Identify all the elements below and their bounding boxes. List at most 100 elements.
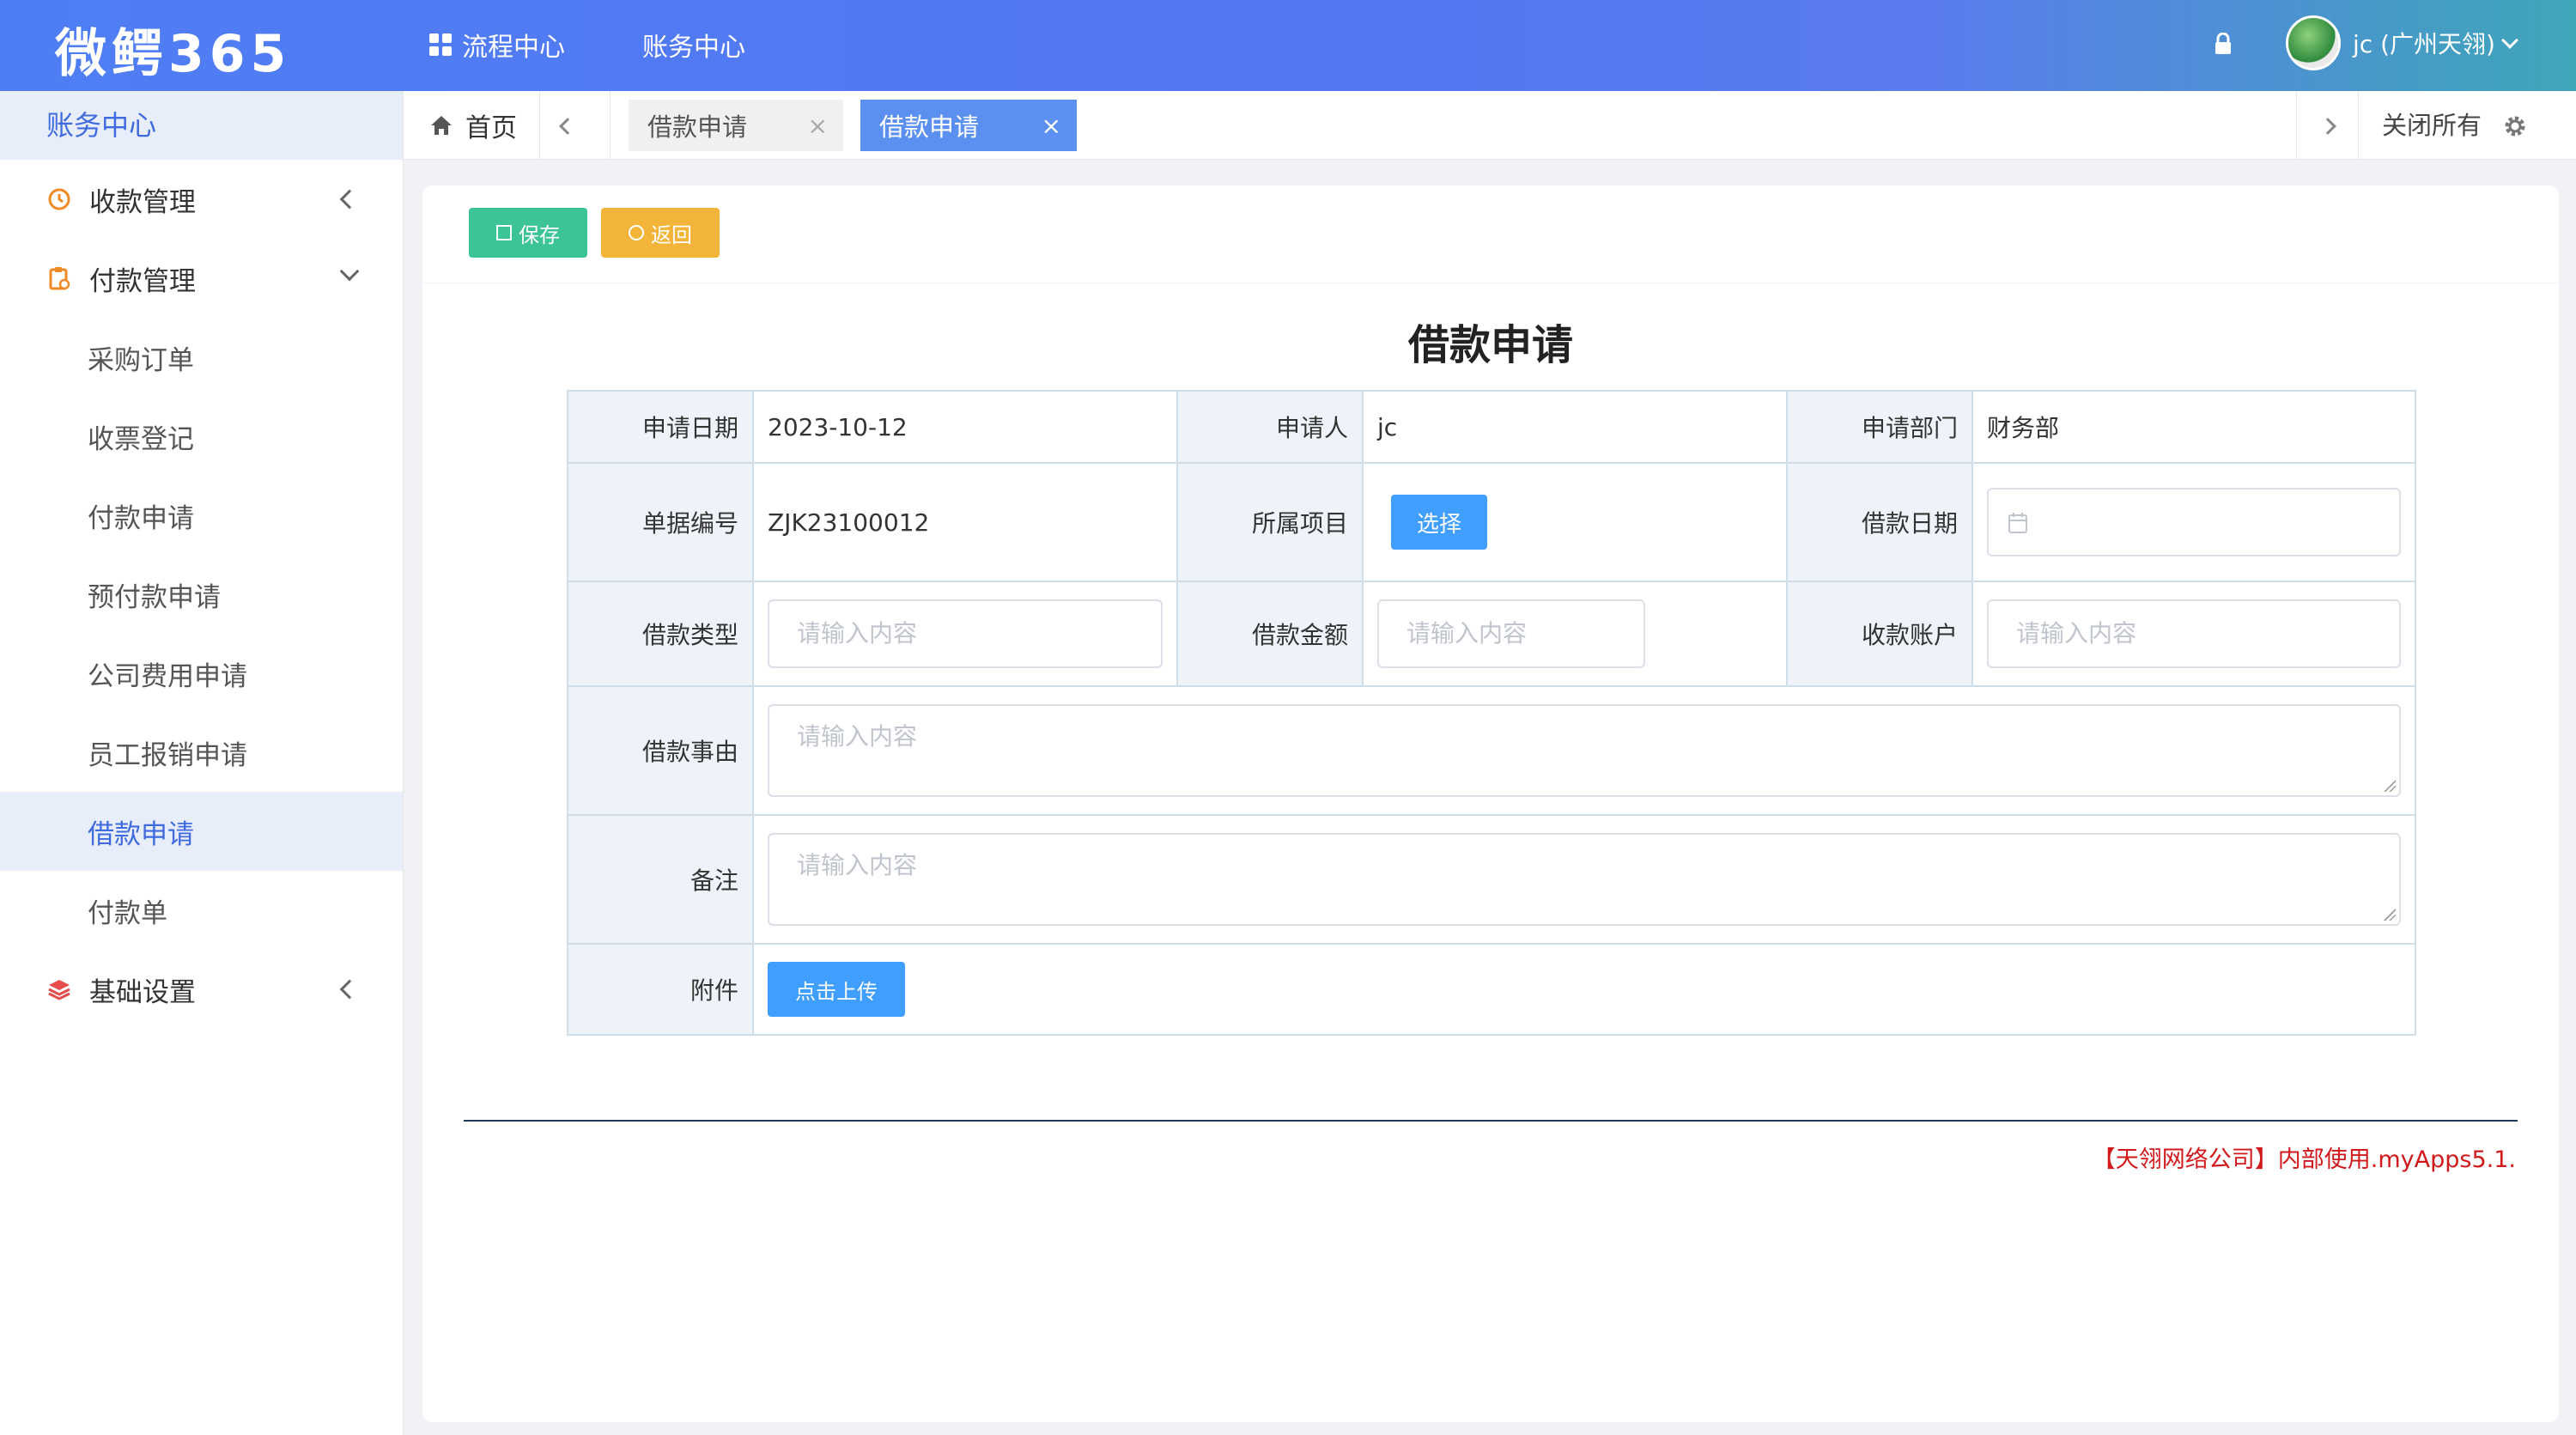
- tab-home[interactable]: 首页: [429, 91, 517, 160]
- loan-type-label: 借款类型: [567, 581, 754, 687]
- clipboard-icon: [49, 267, 70, 290]
- loan-date-cell: [1971, 462, 2416, 582]
- form-title: 借款申请: [1407, 321, 1573, 369]
- save-icon: [496, 225, 512, 240]
- dept-label: 申请部门: [1786, 390, 1973, 464]
- loan-date-label: 借款日期: [1786, 462, 1973, 582]
- upload-button[interactable]: 点击上传: [768, 962, 905, 1017]
- sidebar-item-payment-order[interactable]: 付款单: [0, 871, 403, 950]
- sidebar-item-label: 基础设置: [89, 976, 196, 1008]
- table-row: 申请日期 2023-10-12 申请人 jc 申请部门 财务部: [567, 390, 2416, 464]
- back-label: 返回: [651, 222, 692, 247]
- sidebar-item-receipt-mgmt[interactable]: 收款管理: [0, 160, 403, 239]
- footer-divider: [464, 1120, 2518, 1122]
- table-row: 备注 请输入内容: [567, 814, 2416, 945]
- tab-label: 借款申请: [879, 112, 980, 142]
- top-header: 微鳄365 流程中心 账务中心 jc (广州天翎): [0, 0, 2576, 91]
- divider: [2296, 91, 2297, 160]
- sidebar-item-invoice-register[interactable]: 收票登记: [0, 397, 403, 476]
- chevron-down-icon: [2501, 32, 2518, 49]
- sidebar-item-label: 收款管理: [89, 186, 196, 218]
- form-toolbar: 保存 返回: [422, 185, 2559, 283]
- loan-type-cell: 请输入内容: [752, 581, 1178, 687]
- chevron-left-icon[interactable]: [559, 118, 576, 135]
- close-icon[interactable]: ×: [1042, 112, 1061, 140]
- remark-cell: 请输入内容: [752, 814, 2416, 945]
- placeholder-text: 请输入内容: [797, 851, 918, 879]
- resize-handle-icon[interactable]: [2384, 909, 2396, 921]
- back-button[interactable]: 返回: [601, 208, 720, 258]
- table-row: 附件 点击上传: [567, 943, 2416, 1036]
- project-cell: 选择: [1362, 462, 1788, 582]
- tab-loan-request-1[interactable]: 借款申请 ×: [629, 100, 843, 151]
- nav-workflow-label: 流程中心: [462, 33, 565, 63]
- attach-cell: 点击上传: [752, 943, 2416, 1036]
- doc-no-value: ZJK23100012: [752, 462, 1178, 582]
- nav-workflow-center[interactable]: 流程中心: [429, 26, 565, 64]
- history-icon: [48, 188, 70, 210]
- chevron-right-icon[interactable]: [2319, 118, 2336, 135]
- placeholder-text: 请输入内容: [797, 722, 918, 751]
- apply-date-value: 2023-10-12: [752, 390, 1178, 464]
- app-logo[interactable]: 微鳄365: [55, 12, 291, 87]
- table-row: 单据编号 ZJK23100012 所属项目 选择 借款日期: [567, 462, 2416, 582]
- remark-label: 备注: [567, 814, 754, 945]
- avatar: [2286, 15, 2341, 70]
- save-button[interactable]: 保存: [469, 208, 587, 258]
- attach-label: 附件: [567, 943, 754, 1036]
- back-icon: [629, 225, 644, 240]
- nav-finance-center[interactable]: 账务中心: [642, 26, 745, 64]
- table-row: 借款事由 请输入内容: [567, 685, 2416, 816]
- user-name: jc (广州天翎): [2353, 30, 2495, 58]
- gear-icon[interactable]: [2502, 113, 2528, 139]
- chevron-left-icon: [339, 189, 360, 210]
- project-label: 所属项目: [1176, 462, 1364, 582]
- sidebar-item-label: 付款管理: [89, 265, 196, 297]
- loan-date-picker[interactable]: [1987, 488, 2401, 556]
- footer-notice: 【天翎网络公司】内部使用.myApps5.1.: [2092, 1146, 2516, 1173]
- account-label: 收款账户: [1786, 581, 1973, 687]
- amount-cell: 请输入内容: [1362, 581, 1788, 687]
- apply-date-label: 申请日期: [567, 390, 754, 464]
- sidebar-item-loan-request[interactable]: 借款申请: [0, 792, 403, 871]
- sidebar-item-purchase-order[interactable]: 采购订单: [0, 318, 403, 397]
- loan-type-input[interactable]: 请输入内容: [768, 599, 1163, 668]
- receiving-account-input[interactable]: 请输入内容: [1987, 599, 2401, 668]
- tab-label: 借款申请: [647, 112, 748, 142]
- close-all-tabs-button[interactable]: 关闭所有: [2382, 91, 2482, 160]
- sidebar-item-payment-mgmt[interactable]: 付款管理: [0, 239, 403, 318]
- grid-icon: [429, 33, 452, 56]
- account-cell: 请输入内容: [1971, 581, 2416, 687]
- close-icon[interactable]: ×: [808, 112, 828, 140]
- calendar-icon: [2008, 513, 2027, 533]
- resize-handle-icon[interactable]: [2384, 780, 2396, 792]
- user-menu[interactable]: jc (广州天翎): [2286, 15, 2518, 70]
- amount-label: 借款金额: [1176, 581, 1364, 687]
- sidebar-item-prepayment-request[interactable]: 预付款申请: [0, 555, 403, 634]
- reason-label: 借款事由: [567, 685, 754, 816]
- sidebar-item-employee-reimbursement[interactable]: 员工报销申请: [0, 713, 403, 792]
- table-row: 借款类型 请输入内容 借款金额 请输入内容 收款账户 请输入内容: [567, 581, 2416, 687]
- remark-textarea[interactable]: 请输入内容: [768, 833, 2401, 926]
- select-project-button[interactable]: 选择: [1391, 495, 1487, 550]
- loan-form-table: 申请日期 2023-10-12 申请人 jc 申请部门 财务部 单据编号 ZJK…: [567, 390, 2416, 1036]
- chevron-left-icon: [339, 979, 360, 1000]
- tab-bar: 首页 借款申请 × 借款申请 × 关闭所有: [404, 91, 2576, 160]
- loan-amount-input[interactable]: 请输入内容: [1377, 599, 1645, 668]
- divider: [610, 91, 611, 160]
- tab-loan-request-active[interactable]: 借款申请 ×: [860, 100, 1077, 151]
- save-label: 保存: [519, 222, 560, 247]
- divider: [2358, 91, 2359, 160]
- sidebar-item-company-expense[interactable]: 公司费用申请: [0, 634, 403, 713]
- sidebar: 账务中心 收款管理 付款管理 采购订单 收票登记 付款申请 预付款申请 公司费用…: [0, 91, 404, 1435]
- sidebar-item-basic-settings[interactable]: 基础设置: [0, 950, 403, 1029]
- lock-icon[interactable]: [2214, 33, 2233, 55]
- sidebar-item-payment-request[interactable]: 付款申请: [0, 476, 403, 555]
- loan-reason-textarea[interactable]: 请输入内容: [768, 704, 2401, 797]
- home-icon: [431, 116, 452, 135]
- chevron-down-icon: [339, 261, 360, 282]
- dept-value: 财务部: [1971, 390, 2416, 464]
- main-card: 保存 返回 借款申请 申请日期 2023-10-12 申请人 jc 申请部门 财…: [422, 185, 2559, 1422]
- nav-finance-label: 账务中心: [642, 33, 745, 63]
- applicant-label: 申请人: [1176, 390, 1364, 464]
